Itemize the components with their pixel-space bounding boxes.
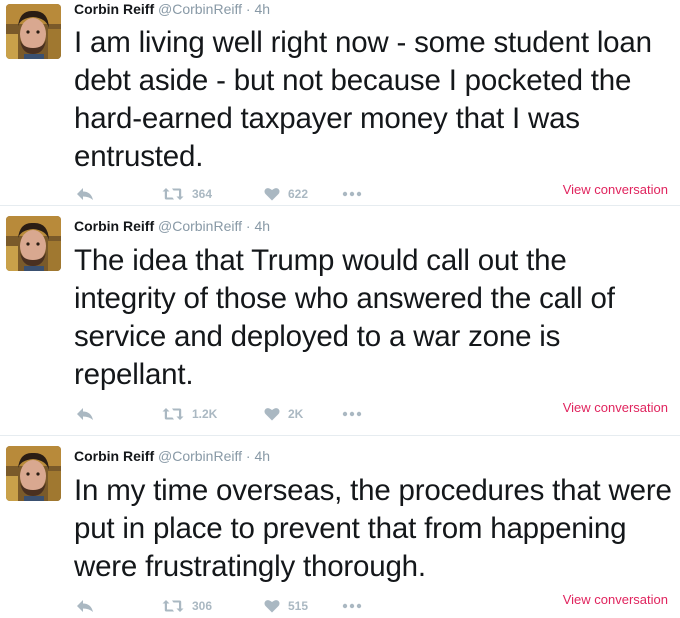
reply-button[interactable] xyxy=(76,187,162,201)
tweet-timestamp[interactable]: 4h xyxy=(254,1,270,17)
tweet-timestamp[interactable]: 4h xyxy=(254,218,270,234)
tweet-header: Corbin Reiff @CorbinReiff · 4h xyxy=(74,448,270,464)
more-button[interactable] xyxy=(342,411,362,417)
reply-icon xyxy=(77,408,93,420)
tweet-actions: 364 622 xyxy=(76,184,362,204)
more-button[interactable] xyxy=(342,191,362,197)
tweet[interactable]: Corbin Reiff @CorbinReiff · 4h The idea … xyxy=(0,206,680,436)
author-handle[interactable]: @CorbinReiff xyxy=(158,218,242,234)
avatar[interactable] xyxy=(6,446,61,501)
tweet[interactable]: Corbin Reiff @CorbinReiff · 4h I am livi… xyxy=(0,0,680,206)
view-conversation-link[interactable]: View conversation xyxy=(563,400,668,415)
tweet-actions: 306 515 xyxy=(76,596,362,616)
like-button[interactable]: 622 xyxy=(264,187,342,201)
reply-icon xyxy=(77,600,93,612)
author-name[interactable]: Corbin Reiff xyxy=(74,1,154,17)
like-count: 515 xyxy=(288,599,309,613)
avatar[interactable] xyxy=(6,4,61,59)
retweet-count: 364 xyxy=(192,187,213,201)
heart-icon xyxy=(264,188,280,201)
retweet-button[interactable]: 1.2K xyxy=(162,407,264,421)
retweet-icon xyxy=(162,188,184,200)
tweet-actions: 1.2K 2K xyxy=(76,404,362,424)
retweet-button[interactable]: 364 xyxy=(162,187,264,201)
author-name[interactable]: Corbin Reiff xyxy=(74,448,154,464)
more-icon xyxy=(342,411,362,417)
tweet-text: The idea that Trump would call out the i… xyxy=(74,244,615,391)
more-icon xyxy=(342,603,362,609)
reply-icon xyxy=(77,188,93,200)
like-count: 622 xyxy=(288,187,309,201)
retweet-icon xyxy=(162,408,184,420)
separator-dot: · xyxy=(245,448,251,464)
separator-dot: · xyxy=(245,1,251,17)
view-conversation-link[interactable]: View conversation xyxy=(563,592,668,607)
tweet-timestamp[interactable]: 4h xyxy=(254,448,270,464)
separator-dot: · xyxy=(245,218,251,234)
author-name[interactable]: Corbin Reiff xyxy=(74,218,154,234)
retweet-button[interactable]: 306 xyxy=(162,599,264,613)
view-conversation-link[interactable]: View conversation xyxy=(563,182,668,197)
retweet-icon xyxy=(162,600,184,612)
tweet-timeline: Corbin Reiff @CorbinReiff · 4h I am livi… xyxy=(0,0,680,618)
reply-button[interactable] xyxy=(76,599,162,613)
heart-icon xyxy=(264,600,280,613)
avatar[interactable] xyxy=(6,216,61,271)
tweet-header: Corbin Reiff @CorbinReiff · 4h xyxy=(74,1,270,17)
retweet-count: 306 xyxy=(192,599,213,613)
tweet-text: In my time overseas, the procedures that… xyxy=(74,474,672,583)
tweet-header: Corbin Reiff @CorbinReiff · 4h xyxy=(74,218,270,234)
reply-button[interactable] xyxy=(76,407,162,421)
more-icon xyxy=(342,191,362,197)
author-handle[interactable]: @CorbinReiff xyxy=(158,448,242,464)
heart-icon xyxy=(264,408,280,421)
like-button[interactable]: 515 xyxy=(264,599,342,613)
like-button[interactable]: 2K xyxy=(264,407,342,421)
like-count: 2K xyxy=(288,407,304,421)
tweet[interactable]: Corbin Reiff @CorbinReiff · 4h In my tim… xyxy=(0,436,680,618)
more-button[interactable] xyxy=(342,603,362,609)
retweet-count: 1.2K xyxy=(192,407,218,421)
tweet-text: I am living well right now - some studen… xyxy=(74,26,652,173)
author-handle[interactable]: @CorbinReiff xyxy=(158,1,242,17)
